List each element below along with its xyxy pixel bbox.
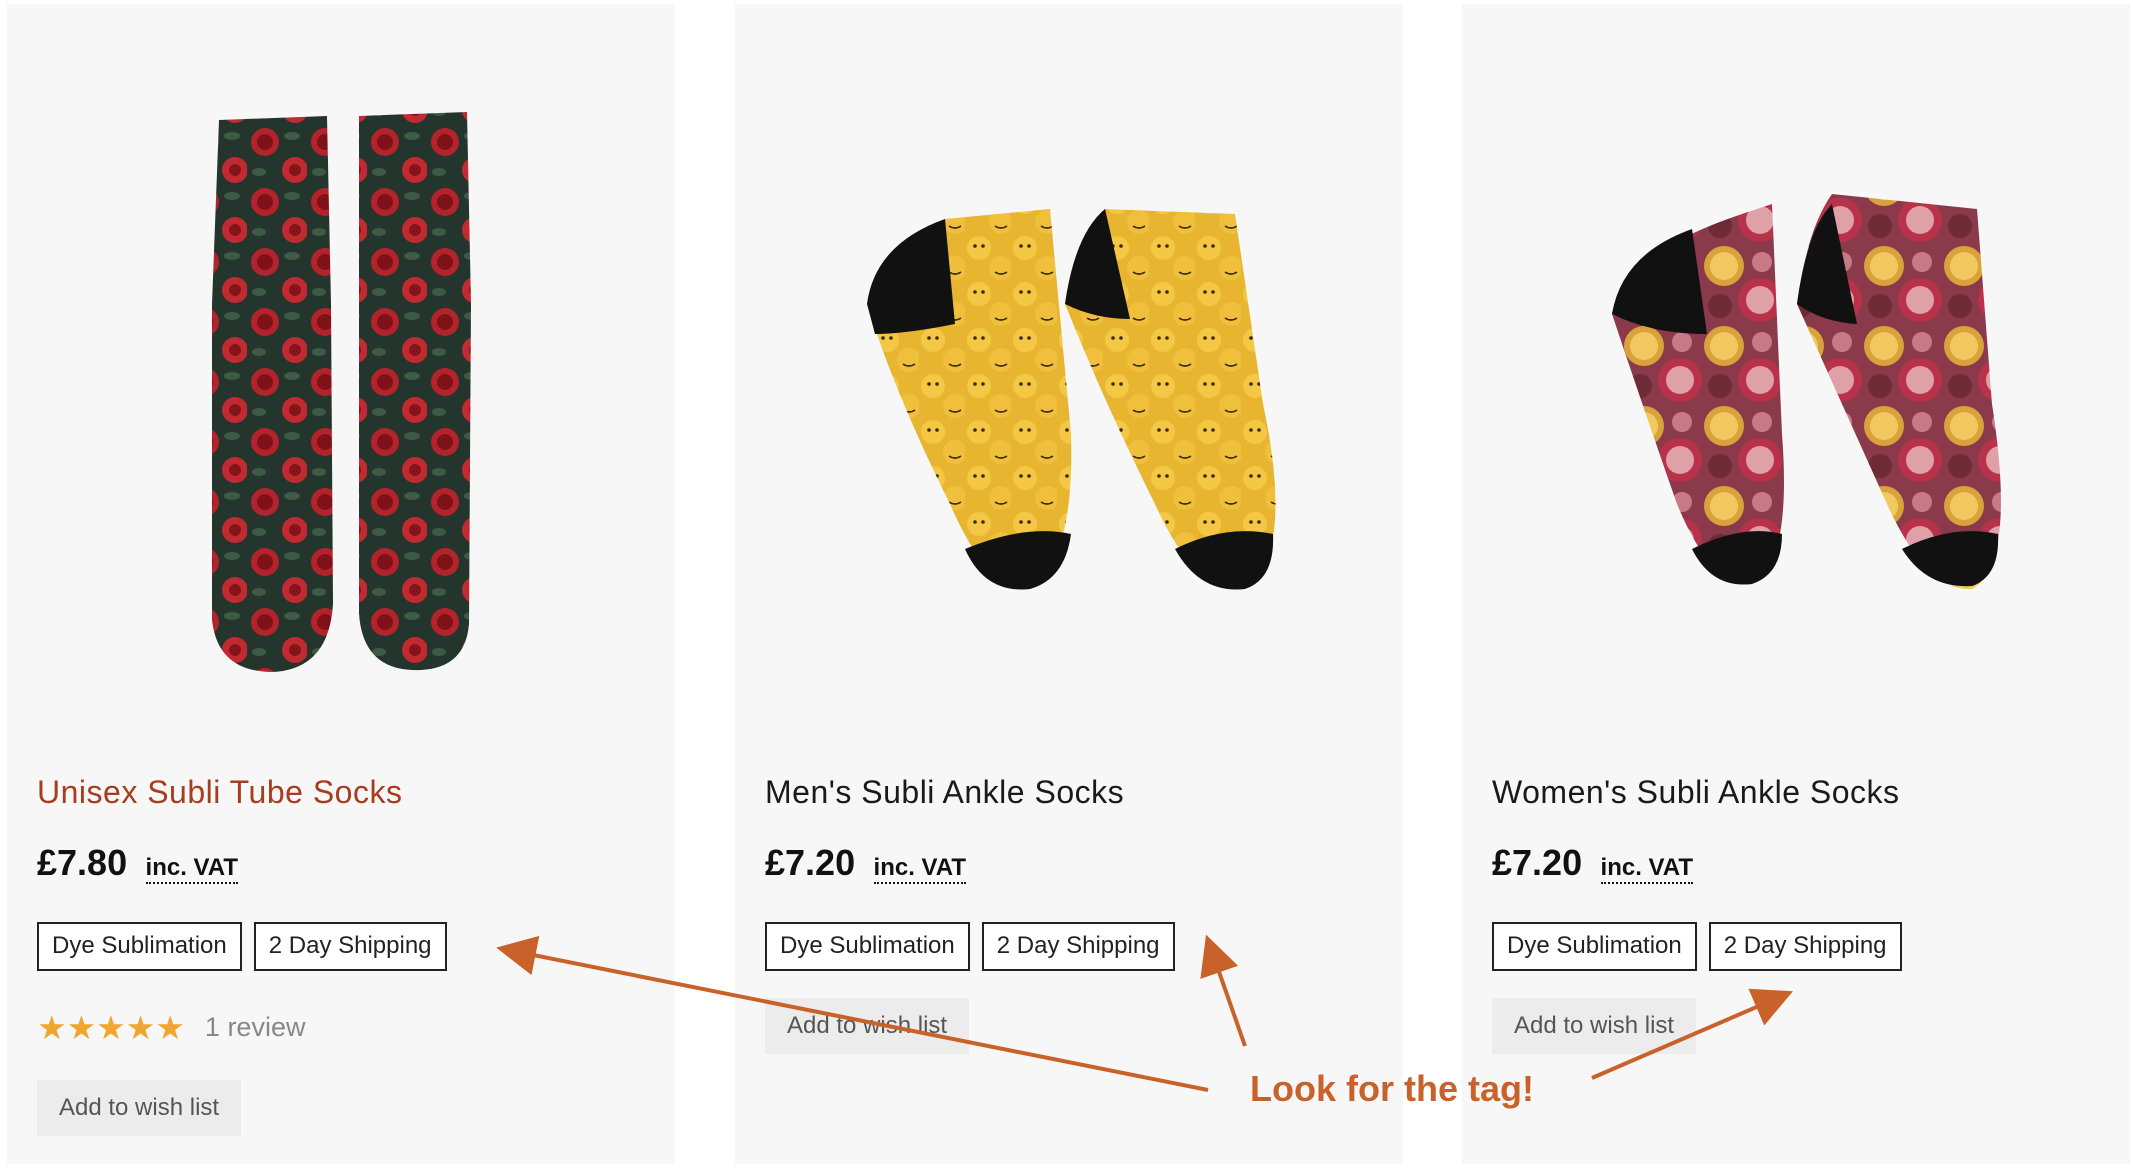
vat-label[interactable]: inc. VAT bbox=[145, 854, 238, 884]
product-card-unisex-tube-socks[interactable]: Unisex Subli Tube Socks £7.80 inc. VAT D… bbox=[7, 4, 675, 1164]
tag-dye-sublimation: Dye Sublimation bbox=[765, 922, 970, 971]
rating[interactable]: ★★★★★ 1 review bbox=[37, 1008, 305, 1047]
fruit-ankle-socks-image[interactable] bbox=[1462, 4, 2130, 724]
emoji-ankle-socks-image[interactable] bbox=[735, 4, 1403, 724]
price-row: £7.20 inc. VAT bbox=[1492, 842, 1693, 884]
product-title[interactable]: Unisex Subli Tube Socks bbox=[37, 774, 402, 811]
product-card-womens-ankle-socks[interactable]: Women's Subli Ankle Socks £7.20 inc. VAT… bbox=[1462, 4, 2130, 1164]
add-to-wish-list-button[interactable]: Add to wish list bbox=[765, 998, 970, 1054]
product-card-mens-ankle-socks[interactable]: Men's Subli Ankle Socks £7.20 inc. VAT D… bbox=[735, 4, 1403, 1164]
add-to-wish-list-button[interactable]: Add to wish list bbox=[1492, 998, 1697, 1054]
tag-list: Dye Sublimation 2 Day Shipping bbox=[1492, 922, 1902, 971]
tag-list: Dye Sublimation 2 Day Shipping bbox=[37, 922, 447, 971]
tag-2-day-shipping: 2 Day Shipping bbox=[981, 922, 1175, 971]
tag-dye-sublimation: Dye Sublimation bbox=[1492, 922, 1697, 971]
tag-dye-sublimation: Dye Sublimation bbox=[37, 922, 242, 971]
price: £7.20 bbox=[765, 842, 856, 883]
product-title[interactable]: Men's Subli Ankle Socks bbox=[765, 774, 1124, 811]
price-row: £7.20 inc. VAT bbox=[765, 842, 966, 884]
star-icon: ★★★★★ bbox=[37, 1009, 185, 1046]
tag-2-day-shipping: 2 Day Shipping bbox=[253, 922, 447, 971]
vat-label[interactable]: inc. VAT bbox=[1600, 854, 1693, 884]
price: £7.20 bbox=[1492, 842, 1583, 883]
add-to-wish-list-button[interactable]: Add to wish list bbox=[37, 1080, 242, 1136]
price-row: £7.80 inc. VAT bbox=[37, 842, 238, 884]
review-count[interactable]: 1 review bbox=[205, 1012, 306, 1043]
rose-tube-socks-image[interactable] bbox=[7, 4, 675, 724]
tag-list: Dye Sublimation 2 Day Shipping bbox=[765, 922, 1175, 971]
price: £7.80 bbox=[37, 842, 128, 883]
vat-label[interactable]: inc. VAT bbox=[873, 854, 966, 884]
product-title[interactable]: Women's Subli Ankle Socks bbox=[1492, 774, 1900, 811]
annotation-callout: Look for the tag! bbox=[1250, 1068, 1534, 1109]
tag-2-day-shipping: 2 Day Shipping bbox=[1708, 922, 1902, 971]
